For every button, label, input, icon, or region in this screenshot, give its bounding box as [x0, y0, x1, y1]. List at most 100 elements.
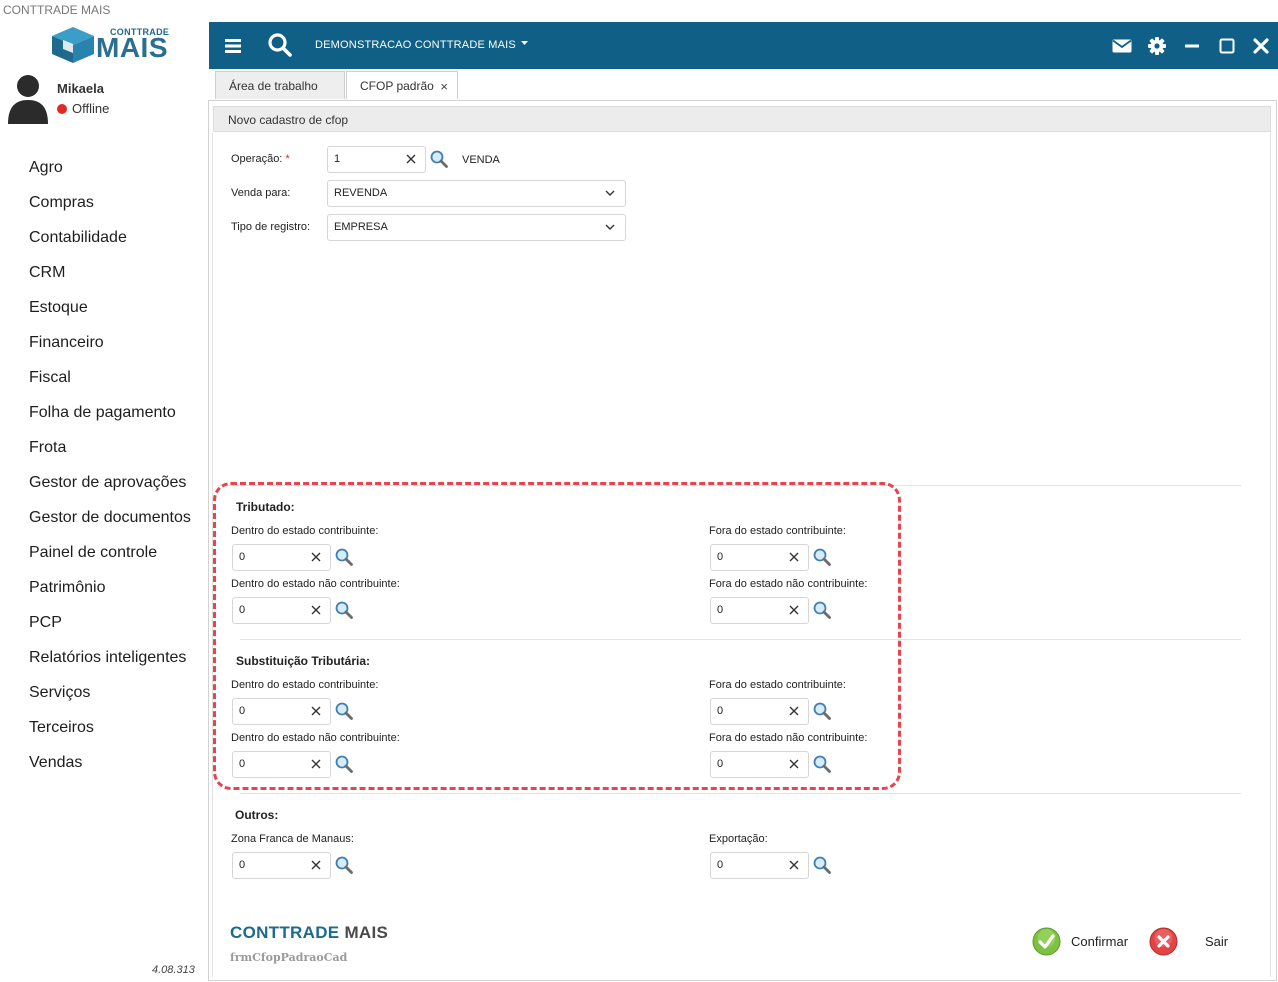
footer-brand-a: CONTTRADE: [230, 923, 340, 942]
gear-icon[interactable]: [1146, 35, 1168, 57]
sidebar-item-painel-de-controle[interactable]: Painel de controle: [29, 535, 204, 570]
st-fora-contrib-input[interactable]: 0: [710, 698, 809, 725]
sidebar-item-crm[interactable]: CRM: [29, 255, 204, 290]
search-icon[interactable]: [267, 32, 293, 58]
lookup-search-icon[interactable]: [335, 702, 353, 720]
sidebar-item-contabilidade[interactable]: Contabilidade: [29, 220, 204, 255]
cancel-icon: [1149, 927, 1178, 956]
close-icon[interactable]: [1250, 35, 1272, 57]
field-value: 0: [239, 551, 246, 563]
tab-label: CFOP padrão: [360, 79, 434, 93]
lookup-search-icon[interactable]: [335, 755, 353, 773]
operacao-label: Operação: *: [231, 153, 290, 165]
lookup-search-icon[interactable]: [813, 856, 831, 874]
clear-icon[interactable]: [310, 551, 322, 563]
maximize-icon[interactable]: [1216, 35, 1238, 57]
clear-icon[interactable]: [788, 859, 800, 871]
minimize-icon[interactable]: [1181, 35, 1203, 57]
logo-cube-icon: [52, 27, 94, 63]
sidebar-item-vendas[interactable]: Vendas: [29, 745, 204, 780]
mail-icon[interactable]: [1111, 35, 1133, 57]
lookup-search-icon[interactable]: [813, 755, 831, 773]
sidebar-item-frota[interactable]: Frota: [29, 430, 204, 465]
clear-icon[interactable]: [788, 551, 800, 563]
tab-close-icon[interactable]: ×: [440, 79, 448, 94]
confirm-button[interactable]: Confirmar: [1032, 927, 1128, 956]
st-dentro-contrib-input[interactable]: 0: [232, 698, 331, 725]
tipo-registro-label: Tipo de registro:: [231, 221, 311, 233]
trib-fora-contrib-input[interactable]: 0: [710, 544, 809, 571]
sidebar-item-agro[interactable]: Agro: [29, 150, 204, 185]
sidebar-item-gestor-de-documentos[interactable]: Gestor de documentos: [29, 500, 204, 535]
field-value: 0: [239, 705, 246, 717]
field-value: 0: [239, 758, 246, 770]
menu-icon[interactable]: [223, 35, 245, 57]
lookup-search-icon[interactable]: [335, 601, 353, 619]
sidebar-item-terceiros[interactable]: Terceiros: [29, 710, 204, 745]
tab-area-de-trabalho[interactable]: Área de trabalho: [215, 71, 345, 99]
sidebar-item-financeiro[interactable]: Financeiro: [29, 325, 204, 360]
sidebar-item-pcp[interactable]: PCP: [29, 605, 204, 640]
lookup-search-icon[interactable]: [813, 548, 831, 566]
venda-para-label: Venda para:: [231, 187, 291, 199]
clear-icon[interactable]: [310, 758, 322, 770]
lookup-search-icon[interactable]: [430, 150, 448, 168]
operacao-input[interactable]: 1: [327, 146, 426, 173]
lookup-search-icon[interactable]: [813, 601, 831, 619]
top-bar: DEMONSTRACAO CONTTRADE MAIS: [209, 22, 1278, 69]
form-header: Novo cadastro de cfop: [213, 106, 1271, 132]
trib-fora-nao-contrib-input[interactable]: 0: [710, 597, 809, 624]
trib-dentro-contrib-input[interactable]: 0: [232, 544, 331, 571]
footer-brand-b: MAIS: [344, 923, 389, 942]
exportacao-input[interactable]: 0: [710, 852, 809, 879]
clear-icon[interactable]: [310, 604, 322, 616]
tributado-title: Tributado:: [236, 500, 295, 514]
field-value: 0: [717, 604, 724, 616]
operacao-label-text: Operação:: [231, 153, 283, 165]
sidebar-item-servicos[interactable]: Serviços: [29, 675, 204, 710]
st-fora-nao-contrib-input[interactable]: 0: [710, 751, 809, 778]
user-status-label: Offline: [72, 101, 110, 116]
clear-icon[interactable]: [310, 859, 322, 871]
required-marker: *: [285, 153, 290, 165]
lookup-search-icon[interactable]: [335, 548, 353, 566]
venda-para-value: REVENDA: [334, 187, 388, 199]
lookup-search-icon[interactable]: [813, 702, 831, 720]
exit-label: Sair: [1205, 934, 1229, 949]
exit-button[interactable]: Sair: [1149, 927, 1228, 956]
st-dentro-nao-contrib-input[interactable]: 0: [232, 751, 331, 778]
st-fora-nao-contrib-label: Fora do estado não contribuinte:: [709, 732, 868, 744]
st-dentro-contrib-label: Dentro do estado contribuinte:: [231, 679, 379, 691]
sidebar-item-patrimonio[interactable]: Patrimônio: [29, 570, 204, 605]
user-avatar-icon: [8, 75, 48, 124]
st-fora-contrib-label: Fora do estado contribuinte:: [709, 679, 846, 691]
clear-icon[interactable]: [788, 604, 800, 616]
app-version: 4.08.313: [152, 964, 195, 976]
sidebar-item-compras[interactable]: Compras: [29, 185, 204, 220]
sidebar-item-fiscal[interactable]: Fiscal: [29, 360, 204, 395]
field-value: 0: [239, 604, 246, 616]
clear-icon[interactable]: [310, 705, 322, 717]
sidebar-item-folha-de-pagamento[interactable]: Folha de pagamento: [29, 395, 204, 430]
lookup-search-icon[interactable]: [335, 856, 353, 874]
company-selector[interactable]: DEMONSTRACAO CONTTRADE MAIS: [315, 39, 529, 51]
sidebar-item-relatorios-inteligentes[interactable]: Relatórios inteligentes: [29, 640, 204, 675]
sidebar-item-estoque[interactable]: Estoque: [29, 290, 204, 325]
field-value: 0: [717, 551, 724, 563]
clear-icon[interactable]: [405, 153, 417, 165]
field-value: 0: [239, 859, 246, 871]
user-name: Mikaela: [57, 81, 104, 96]
form-identifier: frmCfopPadraoCad: [230, 951, 348, 964]
sidebar-menu: Agro Compras Contabilidade CRM Estoque F…: [29, 150, 204, 780]
tab-cfop-padrao[interactable]: CFOP padrão ×: [346, 71, 458, 99]
trib-dentro-nao-contrib-input[interactable]: 0: [232, 597, 331, 624]
zona-franca-input[interactable]: 0: [232, 852, 331, 879]
venda-para-select[interactable]: REVENDA: [327, 180, 626, 207]
clear-icon[interactable]: [788, 758, 800, 770]
check-icon: [1032, 927, 1061, 956]
confirm-label: Confirmar: [1071, 934, 1129, 949]
clear-icon[interactable]: [788, 705, 800, 717]
sidebar-item-gestor-de-aprovacoes[interactable]: Gestor de aprovações: [29, 465, 204, 500]
zona-franca-label: Zona Franca de Manaus:: [231, 833, 354, 845]
tipo-registro-select[interactable]: EMPRESA: [327, 214, 626, 241]
